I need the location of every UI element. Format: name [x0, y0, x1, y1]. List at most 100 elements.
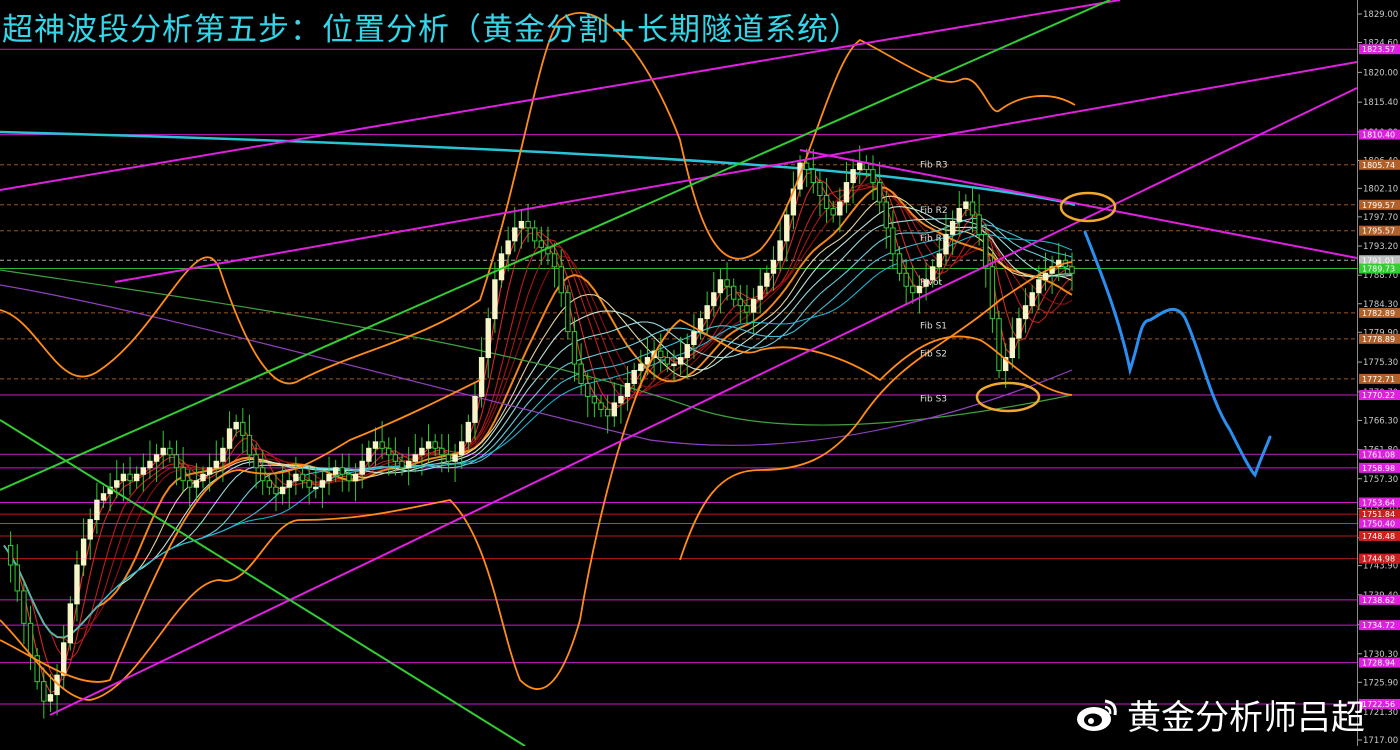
- level-price-label: 1744.98: [1362, 555, 1395, 564]
- candle-body: [843, 182, 850, 203]
- candle-body: [658, 350, 664, 359]
- candle-body: [784, 214, 790, 242]
- horizontal-level-lines: [0, 48, 1357, 705]
- level-price-label: 1751.84: [1362, 510, 1395, 519]
- candle-body: [465, 421, 472, 443]
- candle-body: [896, 253, 903, 274]
- level-price-label: 1728.94: [1362, 659, 1395, 668]
- candle-body: [531, 227, 538, 242]
- candle-body: [485, 318, 491, 359]
- candle-body: [200, 473, 206, 482]
- candle-body: [306, 480, 312, 488]
- candle-body: [578, 363, 584, 384]
- candle-body: [147, 460, 153, 469]
- candle-body: [571, 331, 578, 365]
- candle-body: [153, 454, 160, 462]
- candle-body: [724, 279, 730, 287]
- pivot-label: Fib S3: [920, 395, 947, 405]
- candle-body: [671, 363, 677, 367]
- level-price-label: 1823.57: [1362, 45, 1395, 54]
- weibo-watermark: 黄金分析师吕超: [1075, 690, 1365, 739]
- candle-body: [1022, 305, 1029, 320]
- level-price-label: 1738.62: [1362, 596, 1395, 605]
- candle-body: [558, 266, 564, 294]
- axis-tick-label: 1829.00: [1363, 10, 1398, 20]
- candle-body: [246, 434, 253, 456]
- candle-body: [14, 564, 20, 592]
- candle-body: [565, 292, 571, 333]
- candle-body: [737, 298, 744, 307]
- candle-body: [538, 240, 545, 248]
- candle-body: [313, 486, 319, 490]
- chart-canvas: Fib R3 Fib R2 Fib R1 Pivot Fib S1 Fib S2 Fib S…: [0, 0, 1358, 746]
- candle-body: [903, 272, 909, 287]
- level-price-label: 1795.57: [1362, 227, 1395, 236]
- lower-channel-line: [49, 87, 1358, 716]
- candle-body: [624, 382, 631, 397]
- candle-body: [74, 564, 80, 605]
- candle-body: [478, 357, 485, 397]
- candle-body: [425, 441, 432, 449]
- candle-body: [711, 292, 717, 307]
- axis-tick-label: 1725.90: [1363, 678, 1398, 688]
- level-price-label: 1722.56: [1362, 700, 1395, 709]
- candle-body: [512, 227, 518, 242]
- candle-body: [319, 480, 326, 488]
- candle-body: [983, 233, 989, 268]
- candle-body: [492, 279, 498, 320]
- level-price-label: 1770.22: [1362, 391, 1395, 400]
- candle-body: [876, 182, 883, 203]
- level-price-label: 1782.89: [1362, 309, 1395, 318]
- candle-body: [293, 473, 299, 482]
- candle-body: [100, 493, 107, 501]
- level-price-label: 1778.89: [1362, 335, 1395, 344]
- bollinger-bands: [0, 12, 1076, 701]
- pivot-label: Pivot: [920, 278, 943, 288]
- candle-body: [432, 441, 438, 449]
- candlestick-series: [7, 145, 1075, 719]
- ma-line: [3, 172, 1073, 683]
- candle-body: [226, 428, 233, 449]
- level-price-label: 1734.72: [1362, 621, 1395, 630]
- axis-tick-label: 1775.30: [1363, 358, 1398, 368]
- candle-body: [399, 460, 405, 469]
- mid-ma-line: [0, 269, 1073, 426]
- candle-body: [127, 473, 133, 482]
- candle-body: [505, 240, 511, 255]
- pivot-label: Fib S1: [920, 321, 947, 331]
- candle-body: [392, 454, 399, 462]
- candle-body: [332, 467, 339, 475]
- candle-body: [87, 519, 93, 540]
- pivot-label: Fib R3: [920, 161, 948, 171]
- candle-body: [777, 240, 783, 261]
- candle-body: [837, 201, 843, 216]
- candle-body: [976, 214, 982, 235]
- candle-body: [591, 395, 598, 404]
- candle-body: [445, 454, 452, 462]
- level-price-label: 1805.74: [1362, 161, 1395, 170]
- level-price-label: 1758.98: [1362, 464, 1395, 473]
- chart-title: 超神波段分析第五步：位置分析（黄金分割+长期隧道系统）: [2, 12, 861, 48]
- trend-channel-lines: [0, 0, 1358, 746]
- candle-body: [359, 460, 365, 475]
- candle-body: [638, 363, 644, 372]
- candle-body: [850, 169, 856, 184]
- candle-body: [963, 201, 969, 209]
- candle-body: [412, 454, 418, 462]
- candle-body: [810, 169, 816, 184]
- candle-body: [233, 421, 239, 430]
- candle-body: [803, 162, 810, 171]
- candle-body: [160, 447, 166, 456]
- candle-body: [346, 473, 352, 482]
- axis-tick-label: 1797.70: [1363, 213, 1398, 223]
- candle-body: [677, 357, 684, 365]
- candle-body: [664, 357, 671, 365]
- weibo-logo-icon: [1077, 699, 1117, 731]
- candle-body: [352, 473, 359, 482]
- candle-body: [459, 441, 465, 456]
- pivot-label: Fib R2: [920, 206, 948, 216]
- resistance-line: [799, 149, 1358, 259]
- candle-body: [757, 285, 763, 300]
- candle-body: [273, 486, 279, 495]
- candle-body: [41, 681, 47, 702]
